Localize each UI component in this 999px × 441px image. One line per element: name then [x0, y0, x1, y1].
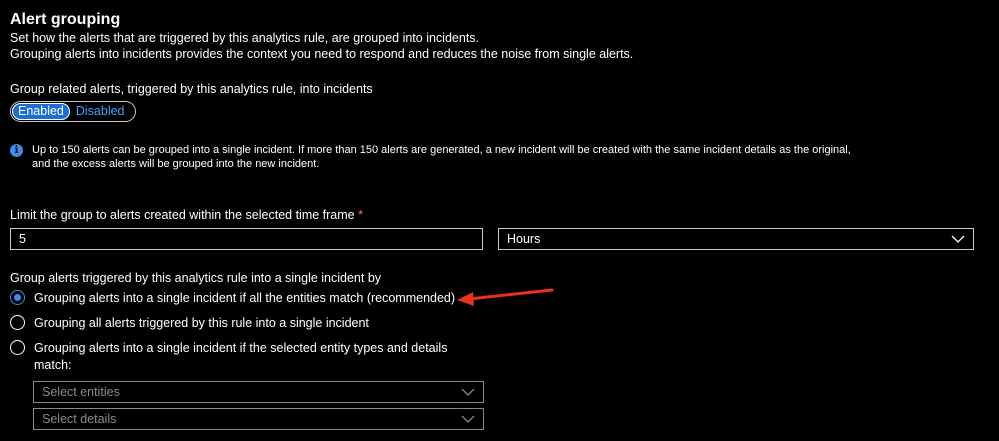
- time-frame-label: Limit the group to alerts created within…: [10, 207, 363, 224]
- info-message: Up to 150 alerts can be grouped into a s…: [32, 143, 851, 171]
- section-title: Alert grouping: [10, 11, 121, 28]
- radio-label: Grouping alerts into a single incident i…: [34, 340, 447, 374]
- toggle-enabled-option[interactable]: Enabled: [12, 103, 70, 120]
- radio-option-entities-match[interactable]: Grouping alerts into a single incident i…: [10, 290, 455, 307]
- radio-button[interactable]: [10, 340, 25, 355]
- radio-label: Grouping all alerts triggered by this ru…: [34, 316, 369, 330]
- chevron-down-icon: [461, 388, 475, 396]
- group-alerts-toggle[interactable]: Enabled Disabled: [10, 101, 136, 122]
- radio-label-line1: Grouping alerts into a single incident i…: [34, 341, 448, 355]
- time-unit-selected: Hours: [507, 232, 541, 246]
- time-frame-label-text: Limit the group to alerts created within…: [10, 208, 355, 222]
- time-frame-value-input[interactable]: [10, 228, 483, 250]
- info-message-line2: and the excess alerts will be grouped in…: [32, 158, 320, 170]
- radio-button[interactable]: [10, 290, 25, 305]
- toggle-disabled-option[interactable]: Disabled: [70, 103, 131, 120]
- chevron-down-icon: [461, 415, 475, 423]
- info-icon: i: [10, 144, 23, 157]
- annotation-arrow-icon: [457, 288, 554, 306]
- time-unit-dropdown[interactable]: Hours: [498, 228, 974, 250]
- select-entities-dropdown[interactable]: Select entities: [33, 381, 484, 403]
- grouping-method-label: Group alerts triggered by this analytics…: [10, 271, 382, 285]
- section-description-line2: Grouping alerts into incidents provides …: [10, 47, 634, 61]
- radio-label: Grouping alerts into a single incident i…: [34, 291, 456, 305]
- select-details-placeholder: Select details: [42, 412, 117, 426]
- group-toggle-label: Group related alerts, triggered by this …: [10, 82, 373, 96]
- radio-option-selected-entities[interactable]: Grouping alerts into a single incident i…: [10, 340, 447, 374]
- section-description-line1: Set how the alerts that are triggered by…: [10, 31, 480, 45]
- select-details-dropdown[interactable]: Select details: [33, 408, 484, 430]
- info-message-line1: Up to 150 alerts can be grouped into a s…: [32, 144, 851, 156]
- radio-option-all-alerts[interactable]: Grouping all alerts triggered by this ru…: [10, 315, 369, 332]
- select-entities-placeholder: Select entities: [42, 385, 120, 399]
- radio-label-line2: match:: [34, 358, 72, 372]
- radio-button[interactable]: [10, 315, 25, 330]
- required-mark: *: [358, 208, 363, 222]
- chevron-down-icon: [951, 235, 965, 243]
